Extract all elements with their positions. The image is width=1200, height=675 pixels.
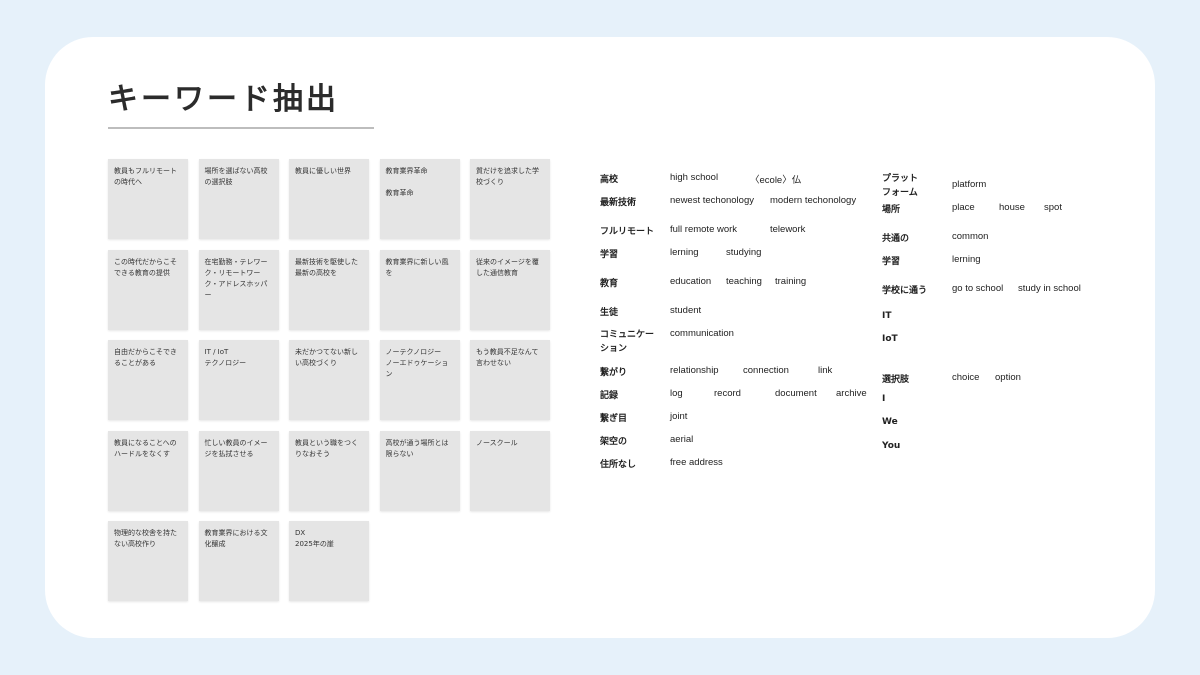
keyword-term: 学習 — [600, 250, 619, 260]
sticky-note[interactable]: 質だけを追求した学校づくり — [470, 159, 550, 239]
sticky-note[interactable]: この時代だからこそできる教育の提供 — [108, 249, 188, 330]
keyword-term: We — [882, 417, 898, 427]
sticky-notes-grid: 教員もフルリモートの時代へ 場所を選ばない高校の選択肢 教員に優しい世界 教育業界革命… — [108, 159, 550, 601]
keyword-term: フルリモート — [600, 227, 655, 237]
keyword-translation: log — [670, 388, 683, 399]
keyword-translation: lerning — [952, 254, 981, 265]
keyword-term: 高校 — [600, 175, 619, 185]
keyword-term: I — [882, 394, 886, 404]
keyword-term: 教育 — [600, 279, 619, 289]
keyword-translation: newest techonology — [670, 195, 754, 206]
keyword-term: 最新技術 — [600, 198, 637, 208]
keyword-translation: house — [999, 202, 1025, 213]
keyword-translation: teaching — [726, 276, 762, 287]
keyword-translation: training — [775, 276, 807, 287]
keyword-translation: link — [818, 365, 833, 376]
keyword-translation: lerning — [670, 247, 699, 258]
keyword-term: 選択肢 — [882, 375, 910, 385]
sticky-note[interactable]: 最新技術を駆使した最新の高校を — [289, 249, 369, 330]
sticky-note[interactable]: ノーテクノロジー ノーエドゥケーション — [379, 340, 460, 420]
keyword-translation: joint — [670, 411, 688, 422]
sticky-note[interactable]: DX 2025年の崖 — [289, 521, 369, 601]
sticky-note[interactable]: 未だかつてない新しい高校づくり — [289, 340, 369, 420]
title-underline — [108, 127, 374, 129]
keyword-translation: studying — [726, 247, 762, 258]
sticky-note[interactable]: 教員になることへのハードルをなくす — [108, 430, 188, 511]
keyword-translation: option — [995, 372, 1021, 383]
sticky-note[interactable]: 自由だからこそできることがある — [108, 340, 188, 420]
keyword-translation: connection — [743, 365, 789, 376]
keyword-translation: archive — [836, 388, 867, 399]
keyword-translation: document — [775, 388, 817, 399]
keyword-term: 繋がり — [600, 368, 628, 378]
sticky-note[interactable]: 高校が通う場所とは限らない — [379, 430, 460, 511]
sticky-note[interactable]: もう教員不足なんて言わせない — [470, 340, 550, 420]
sticky-note[interactable]: 教員に優しい世界 — [289, 159, 369, 239]
sticky-note[interactable]: 教員もフルリモートの時代へ — [108, 159, 188, 239]
sticky-note[interactable]: 従来のイメージを覆した通信教育 — [470, 249, 550, 330]
keyword-term: 住所なし — [600, 460, 637, 470]
keyword-translation: free address — [670, 457, 723, 468]
keyword-translation: student — [670, 305, 702, 316]
keyword-term: 場所 — [882, 205, 901, 215]
keyword-term: 生徒 — [600, 308, 619, 318]
sticky-note[interactable]: 教育業界革命 教育革命 — [379, 159, 460, 239]
keyword-translation: relationship — [670, 365, 719, 376]
sticky-note[interactable]: 在宅勤務・テレワーク・リモートワーク・アドレスホッパー — [198, 249, 279, 330]
sticky-note[interactable]: 忙しい教員のイメージを払拭させる — [198, 430, 279, 511]
keyword-translation: study in school — [1018, 283, 1081, 294]
keyword-translation: high school — [670, 172, 719, 183]
keyword-term: IoT — [882, 334, 898, 344]
keyword-translation: modern techonology — [770, 195, 857, 206]
keyword-term: 学習 — [882, 257, 901, 267]
keyword-term: 架空の — [600, 437, 628, 447]
keyword-term: You — [882, 441, 901, 451]
keyword-term: 学校に通う — [882, 286, 928, 296]
keyword-translation: aerial — [670, 434, 694, 445]
sticky-note[interactable]: 教員という職をつくりなおそう — [289, 430, 369, 511]
keyword-translation: full remote work — [670, 224, 738, 235]
keyword-translation: communication — [670, 328, 734, 339]
keyword-translation: spot — [1044, 202, 1062, 213]
keyword-term: コミュニケー ション — [600, 330, 655, 354]
keyword-translation: record — [714, 388, 741, 399]
sticky-note[interactable]: 教育業界における文化醸成 — [198, 521, 279, 601]
keyword-translation: go to school — [952, 283, 1004, 294]
sticky-note[interactable]: ノースクール — [470, 430, 550, 511]
keyword-translation: platform — [952, 179, 987, 190]
keyword-translation: common — [952, 231, 989, 242]
keyword-term: 繋ぎ目 — [600, 414, 628, 424]
page-title: キーワード抽出 — [108, 82, 339, 117]
keyword-term: 共通の — [882, 234, 910, 244]
sticky-note[interactable]: 場所を選ばない高校の選択肢 — [198, 159, 279, 239]
keyword-translation: place — [952, 202, 975, 213]
keyword-translation: telework — [770, 224, 806, 235]
keyword-term: IT — [882, 311, 892, 321]
keyword-term: プラット フォーム — [882, 174, 919, 198]
sticky-note[interactable]: 物理的な校舎を持たない高校作り — [108, 521, 188, 601]
keyword-translation: education — [670, 276, 712, 287]
keyword-term: 記録 — [600, 391, 619, 401]
sticky-note[interactable]: 教育業界に新しい風を — [379, 249, 460, 330]
sticky-note[interactable]: IT / IoT テクノロジー — [198, 340, 279, 420]
keyword-translation: 〈ecole〉仏 — [750, 175, 802, 186]
keyword-translation: choice — [952, 372, 980, 383]
